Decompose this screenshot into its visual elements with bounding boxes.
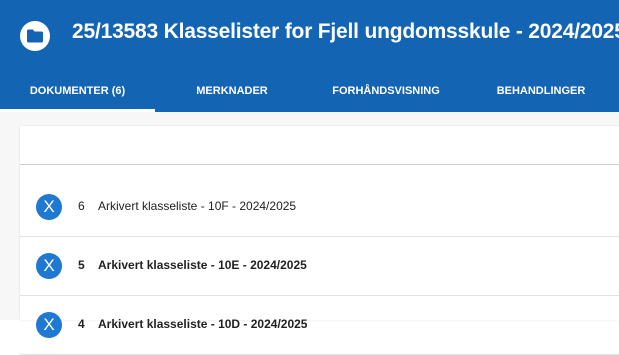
document-number: 6 [78, 199, 85, 213]
title-row: 25/13583 Klasselister for Fjell ungdomss… [0, 0, 619, 68]
list-item[interactable]: X 5 Arkivert klasseliste - 10E - 2024/20… [20, 237, 619, 296]
document-title: Arkivert klasseliste - 10D - 2024/2025 [98, 317, 308, 331]
document-title: Arkivert klasseliste - 10F - 2024/2025 [98, 199, 297, 213]
tab-documents[interactable]: DOKUMENTER (6) [0, 70, 155, 112]
tab-remarks[interactable]: MERKNADER [155, 70, 309, 112]
document-number: 4 [78, 317, 85, 331]
document-title: Arkivert klasseliste - 10E - 2024/2025 [98, 258, 307, 272]
case-header: 25/13583 Klasselister for Fjell ungdomss… [0, 0, 619, 112]
tab-preview[interactable]: FORHÅNDSVISNING [309, 70, 463, 112]
page-title: 25/13583 Klasselister for Fjell ungdomss… [72, 20, 619, 43]
document-avatar: X [36, 312, 62, 338]
tab-label: BEHANDLINGER [496, 85, 586, 97]
tab-bar: DOKUMENTER (6) MERKNADER FORHÅNDSVISNING… [0, 70, 619, 112]
tab-label: MERKNADER [196, 85, 268, 97]
tab-label: DOKUMENTER (6) [29, 85, 126, 97]
document-avatar: X [36, 194, 62, 220]
list-toolbar [20, 126, 619, 165]
document-avatar: X [36, 253, 62, 279]
content-area: X 6 Arkivert klasseliste - 10F - 2024/20… [0, 112, 619, 355]
folder-icon [20, 21, 50, 51]
tab-label: FORHÅNDSVISNING [332, 85, 440, 97]
document-list: X 6 Arkivert klasseliste - 10F - 2024/20… [20, 126, 619, 355]
document-number: 5 [78, 258, 85, 272]
list-item[interactable]: X 4 Arkivert klasseliste - 10D - 2024/20… [20, 296, 619, 355]
list-item[interactable]: X 6 Arkivert klasseliste - 10F - 2024/20… [20, 178, 619, 237]
tab-processing[interactable]: BEHANDLINGER [463, 70, 619, 112]
